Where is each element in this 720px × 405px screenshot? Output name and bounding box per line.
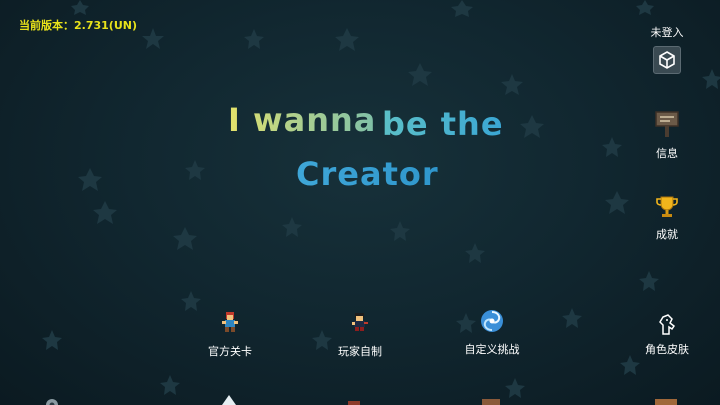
game-main-menu: 当前版本：2.731(UN) I wanna be the Creator 未登…	[0, 0, 720, 405]
star-shape	[620, 355, 640, 375]
game-title-line1b: be the	[382, 105, 504, 143]
star-shape	[520, 115, 544, 138]
star-shape	[562, 308, 582, 328]
star-shape	[408, 63, 432, 86]
chest-icon[interactable]	[482, 399, 500, 405]
star-shape	[636, 0, 654, 15]
star-shape	[78, 168, 102, 191]
custom-challenge-label: 自定义挑战	[464, 343, 520, 356]
star-shape	[185, 160, 205, 180]
achievements-label: 成就	[656, 228, 678, 241]
star-shape	[602, 137, 622, 157]
login-status-label: 未登入	[650, 26, 684, 39]
star-shape	[93, 201, 117, 224]
version-label: 当前版本：2.731(UN)	[19, 19, 137, 32]
star-shape	[71, 0, 89, 15]
star-shape	[282, 217, 302, 237]
info-label: 信息	[656, 147, 678, 160]
login-button[interactable]: 未登入	[632, 24, 702, 74]
tool-icon[interactable]	[348, 400, 360, 405]
achievements-button[interactable]: 成就	[632, 195, 702, 242]
star-shape	[501, 74, 523, 95]
game-title-line1a: I wanna	[228, 101, 377, 139]
official-levels-label: 官方关卡	[208, 345, 252, 358]
star-shape	[181, 291, 201, 311]
game-title-line2: Creator	[296, 155, 439, 193]
star-shape	[451, 0, 473, 17]
star-shape	[173, 227, 197, 250]
star-shape	[465, 243, 485, 263]
vortex-icon	[481, 310, 503, 332]
skins-label: 角色皮肤	[645, 343, 689, 356]
star-shape	[142, 28, 164, 49]
star-shape	[702, 69, 720, 89]
player-made-button[interactable]: 玩家自制	[315, 310, 405, 359]
star-shape	[42, 330, 62, 350]
character-icon	[222, 312, 238, 332]
signboard-icon	[655, 111, 679, 137]
star-shape	[639, 271, 659, 291]
settings-icon[interactable]	[44, 397, 60, 405]
star-shape	[505, 378, 525, 398]
unity-logo-icon	[653, 46, 681, 74]
star-shape	[605, 191, 629, 214]
trophy-icon	[656, 196, 678, 217]
star-shape	[390, 221, 410, 241]
skins-button[interactable]: 角色皮肤	[632, 312, 702, 357]
star-shape	[160, 375, 180, 395]
star-shape	[244, 29, 264, 49]
spike-icon[interactable]	[222, 395, 236, 405]
custom-challenge-button[interactable]: 自定义挑战	[447, 308, 537, 357]
skin-icon	[659, 314, 676, 335]
info-button[interactable]: 信息	[632, 110, 702, 161]
player-made-label: 玩家自制	[338, 345, 382, 358]
box-icon[interactable]	[655, 399, 677, 405]
kid-icon	[352, 313, 368, 331]
official-levels-button[interactable]: 官方关卡	[185, 310, 275, 359]
star-shape	[335, 28, 359, 51]
